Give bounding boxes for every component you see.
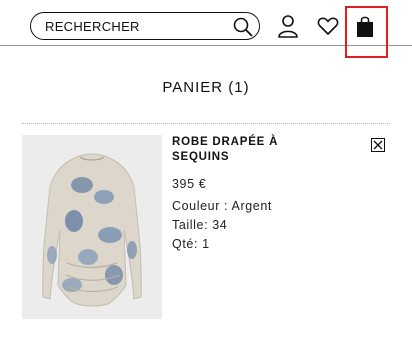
qty-value: 1: [202, 237, 210, 251]
close-icon: [373, 140, 383, 150]
heart-icon[interactable]: [317, 16, 339, 36]
search-icon[interactable]: [232, 16, 254, 38]
size-value: 34: [212, 218, 228, 232]
size-label: Taille:: [172, 218, 213, 232]
shopping-bag-icon[interactable]: [356, 14, 374, 38]
remove-item-button[interactable]: [371, 138, 385, 152]
search-input[interactable]: [45, 18, 225, 34]
product-size: Taille: 34: [172, 218, 227, 232]
product-image[interactable]: [22, 135, 162, 319]
qty-label: Qté:: [172, 237, 203, 251]
product-quantity: Qté: 1: [172, 237, 210, 251]
product-color: Couleur : Argent: [172, 199, 272, 213]
account-icon[interactable]: [277, 14, 299, 38]
search-bar[interactable]: [30, 12, 260, 40]
color-label: Couleur :: [172, 199, 232, 213]
divider: [22, 123, 390, 124]
color-value: Argent: [231, 199, 272, 213]
product-name[interactable]: ROBE DRAPÉE À SEQUINS: [172, 135, 312, 165]
cart-title: PANIER (1): [162, 79, 250, 96]
dress-illustration: [42, 153, 142, 307]
product-price: 395 €: [172, 177, 207, 191]
site-header: [0, 0, 412, 58]
